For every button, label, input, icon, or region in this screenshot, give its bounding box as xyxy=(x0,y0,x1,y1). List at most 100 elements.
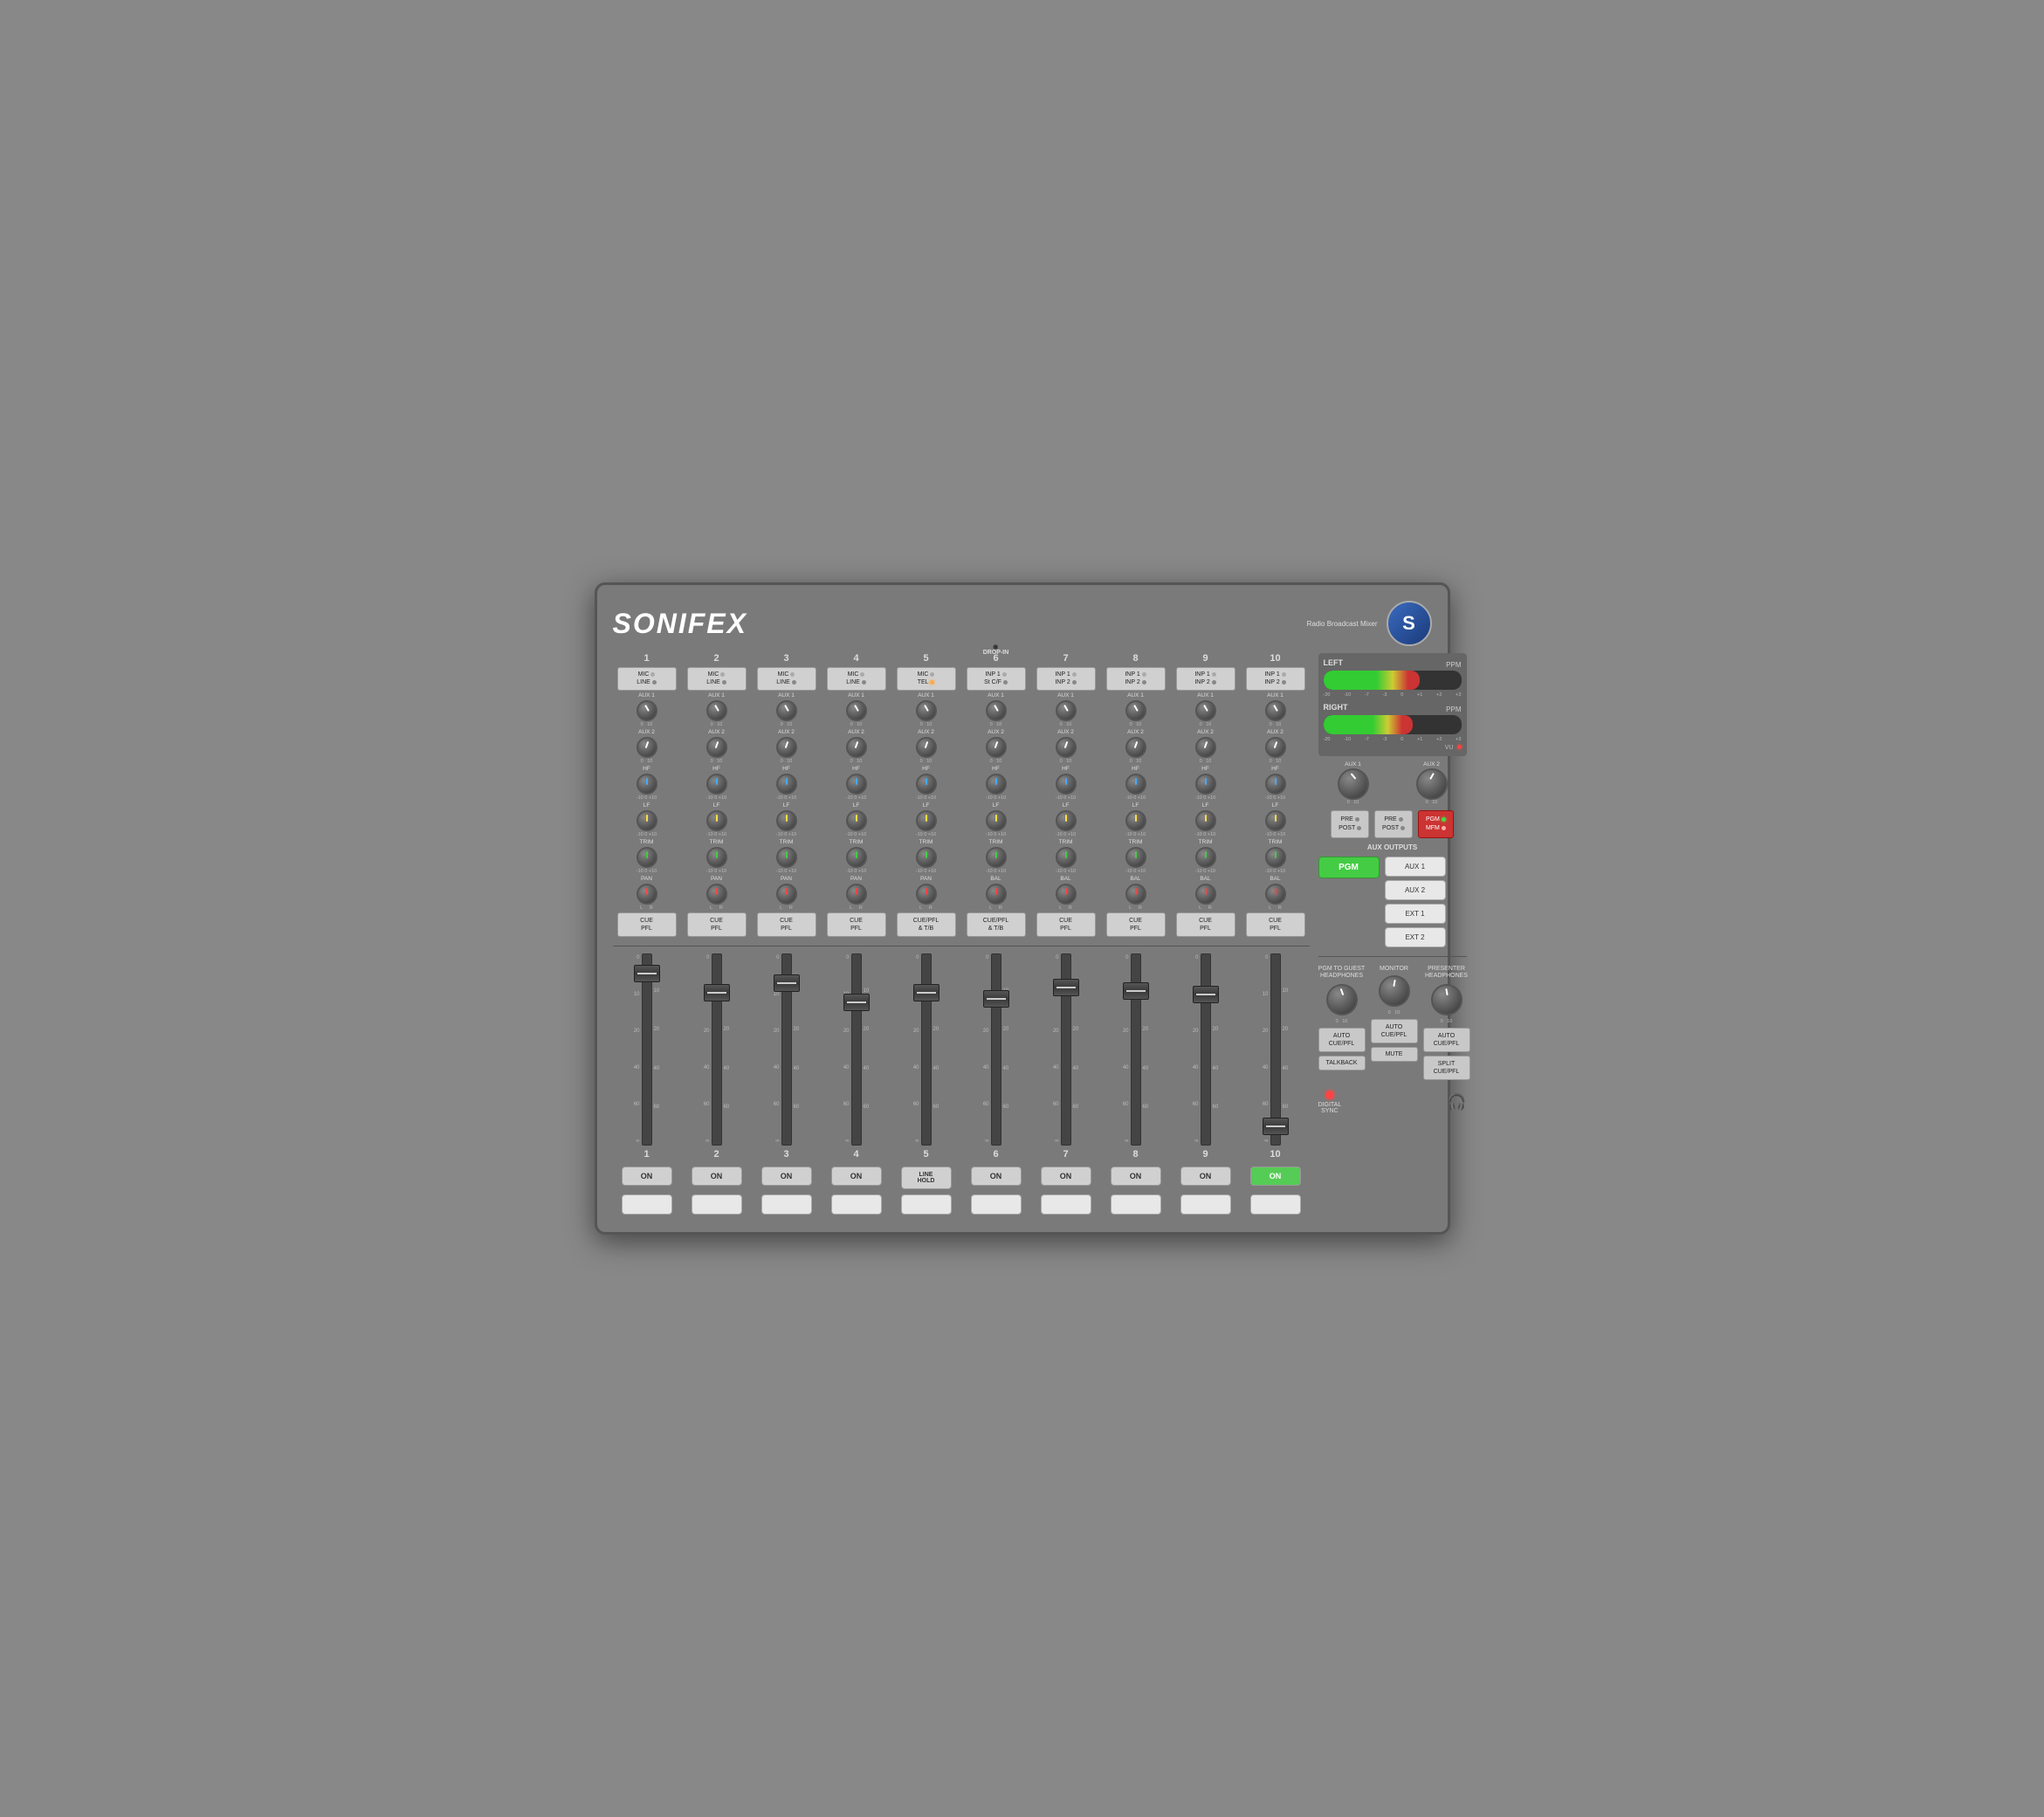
lf-knob-3[interactable] xyxy=(776,810,797,831)
lf-knob-5[interactable] xyxy=(916,810,937,831)
lf-knob-4[interactable] xyxy=(846,810,867,831)
pan-knob-9[interactable] xyxy=(1195,884,1216,905)
cue-btn-8[interactable]: CUEPFL xyxy=(1106,912,1166,937)
aux2-knob-9[interactable] xyxy=(1195,737,1216,758)
on-btn-1[interactable]: ON xyxy=(622,1167,672,1186)
monitor-knob[interactable] xyxy=(1379,975,1410,1007)
aux1-knob-6[interactable] xyxy=(986,700,1007,721)
pre-post-btn-1[interactable]: PRE POST xyxy=(1331,810,1369,838)
on-btn-7[interactable]: ON xyxy=(1041,1167,1091,1186)
ext2-out-btn[interactable]: EXT 2 xyxy=(1385,927,1446,947)
on-btn-3[interactable]: ON xyxy=(761,1167,812,1186)
fader-thumb-8[interactable] xyxy=(1123,982,1149,1000)
lf-knob-10[interactable] xyxy=(1265,810,1286,831)
assign-btn-2[interactable] xyxy=(692,1194,742,1215)
trim-knob-4[interactable] xyxy=(846,847,867,868)
aux1-knob-10[interactable] xyxy=(1265,700,1286,721)
hf-knob-8[interactable] xyxy=(1125,774,1146,795)
auto-cue-btn-2[interactable]: AUTOCUE/PFL xyxy=(1371,1019,1418,1043)
cue-btn-9[interactable]: CUEPFL xyxy=(1176,912,1235,937)
input-btn-8[interactable]: INP 1 INP 2 xyxy=(1106,667,1166,690)
pre-post-btn-2[interactable]: PRE POST xyxy=(1374,810,1413,838)
pan-knob-6[interactable] xyxy=(986,884,1007,905)
hf-knob-6[interactable] xyxy=(986,774,1007,795)
pgm-guest-knob[interactable] xyxy=(1326,984,1358,1015)
on-btn-4[interactable]: ON xyxy=(831,1167,882,1186)
fader-thumb-9[interactable] xyxy=(1193,986,1219,1003)
aux2-knob-1[interactable] xyxy=(637,737,657,758)
assign-btn-10[interactable] xyxy=(1250,1194,1301,1215)
cue-btn-6[interactable]: CUE/PFL& T/B xyxy=(967,912,1026,937)
input-btn-4[interactable]: MIC LINE xyxy=(827,667,886,690)
fader-thumb-3[interactable] xyxy=(774,974,800,992)
aux1-knob-2[interactable] xyxy=(706,700,727,721)
pan-knob-10[interactable] xyxy=(1265,884,1286,905)
trim-knob-7[interactable] xyxy=(1056,847,1077,868)
auto-cue-btn-1[interactable]: AUTOCUE/PFL xyxy=(1318,1028,1366,1052)
right-aux2-knob[interactable] xyxy=(1416,768,1448,800)
aux1-knob-5[interactable] xyxy=(916,700,937,721)
ext1-out-btn[interactable]: EXT 1 xyxy=(1385,904,1446,924)
on-btn-10[interactable]: ON xyxy=(1250,1167,1301,1186)
aux2-knob-8[interactable] xyxy=(1125,737,1146,758)
fader-thumb-7[interactable] xyxy=(1053,979,1079,996)
assign-btn-5[interactable] xyxy=(901,1194,952,1215)
lf-knob-1[interactable] xyxy=(637,810,657,831)
lf-knob-9[interactable] xyxy=(1195,810,1216,831)
lf-knob-8[interactable] xyxy=(1125,810,1146,831)
aux1-knob-4[interactable] xyxy=(846,700,867,721)
trim-knob-8[interactable] xyxy=(1125,847,1146,868)
pan-knob-4[interactable] xyxy=(846,884,867,905)
input-btn-10[interactable]: INP 1 INP 2 xyxy=(1246,667,1305,690)
hf-knob-5[interactable] xyxy=(916,774,937,795)
pgm-button[interactable]: PGM xyxy=(1318,857,1380,878)
aux2-knob-10[interactable] xyxy=(1265,737,1286,758)
pan-knob-3[interactable] xyxy=(776,884,797,905)
hf-knob-3[interactable] xyxy=(776,774,797,795)
aux2-out-btn[interactable]: AUX 2 xyxy=(1385,880,1446,900)
assign-btn-3[interactable] xyxy=(761,1194,812,1215)
pgm-mfm-btn[interactable]: PGM MFM xyxy=(1418,810,1454,838)
aux2-knob-7[interactable] xyxy=(1056,737,1077,758)
fader-thumb-2[interactable] xyxy=(704,984,730,1001)
aux1-knob-9[interactable] xyxy=(1195,700,1216,721)
lf-knob-2[interactable] xyxy=(706,810,727,831)
assign-btn-1[interactable] xyxy=(622,1194,672,1215)
fader-thumb-4[interactable] xyxy=(843,994,870,1011)
cue-btn-2[interactable]: CUEPFL xyxy=(687,912,747,937)
auto-cue-btn-3[interactable]: AUTOCUE/PFL xyxy=(1423,1028,1470,1052)
on-btn-2[interactable]: ON xyxy=(692,1167,742,1186)
on-btn-8[interactable]: ON xyxy=(1111,1167,1161,1186)
aux2-knob-6[interactable] xyxy=(986,737,1007,758)
cue-btn-5[interactable]: CUE/PFL& T/B xyxy=(897,912,956,937)
presenter-knob[interactable] xyxy=(1431,984,1462,1015)
right-aux1-knob[interactable] xyxy=(1338,768,1369,800)
lf-knob-7[interactable] xyxy=(1056,810,1077,831)
pan-knob-7[interactable] xyxy=(1056,884,1077,905)
trim-knob-9[interactable] xyxy=(1195,847,1216,868)
trim-knob-10[interactable] xyxy=(1265,847,1286,868)
input-btn-7[interactable]: INP 1 INP 2 xyxy=(1036,667,1096,690)
aux2-knob-4[interactable] xyxy=(846,737,867,758)
fader-thumb-10[interactable] xyxy=(1263,1118,1289,1135)
cue-btn-3[interactable]: CUEPFL xyxy=(757,912,816,937)
aux1-knob-7[interactable] xyxy=(1056,700,1077,721)
cue-btn-10[interactable]: CUEPFL xyxy=(1246,912,1305,937)
hf-knob-7[interactable] xyxy=(1056,774,1077,795)
input-btn-1[interactable]: MIC LINE xyxy=(617,667,677,690)
input-btn-2[interactable]: MIC LINE xyxy=(687,667,747,690)
fader-thumb-1[interactable] xyxy=(634,965,660,982)
input-btn-6[interactable]: INP 1 St C/F xyxy=(967,667,1026,690)
assign-btn-7[interactable] xyxy=(1041,1194,1091,1215)
pan-knob-2[interactable] xyxy=(706,884,727,905)
cue-btn-4[interactable]: CUEPFL xyxy=(827,912,886,937)
pan-knob-1[interactable] xyxy=(637,884,657,905)
aux1-out-btn[interactable]: AUX 1 xyxy=(1385,857,1446,877)
trim-knob-5[interactable] xyxy=(916,847,937,868)
split-cue-btn[interactable]: SPLITCUE/PFL xyxy=(1423,1056,1470,1080)
assign-btn-4[interactable] xyxy=(831,1194,882,1215)
hf-knob-2[interactable] xyxy=(706,774,727,795)
mute-btn[interactable]: MUTE xyxy=(1371,1047,1418,1062)
hf-knob-4[interactable] xyxy=(846,774,867,795)
assign-btn-6[interactable] xyxy=(971,1194,1022,1215)
